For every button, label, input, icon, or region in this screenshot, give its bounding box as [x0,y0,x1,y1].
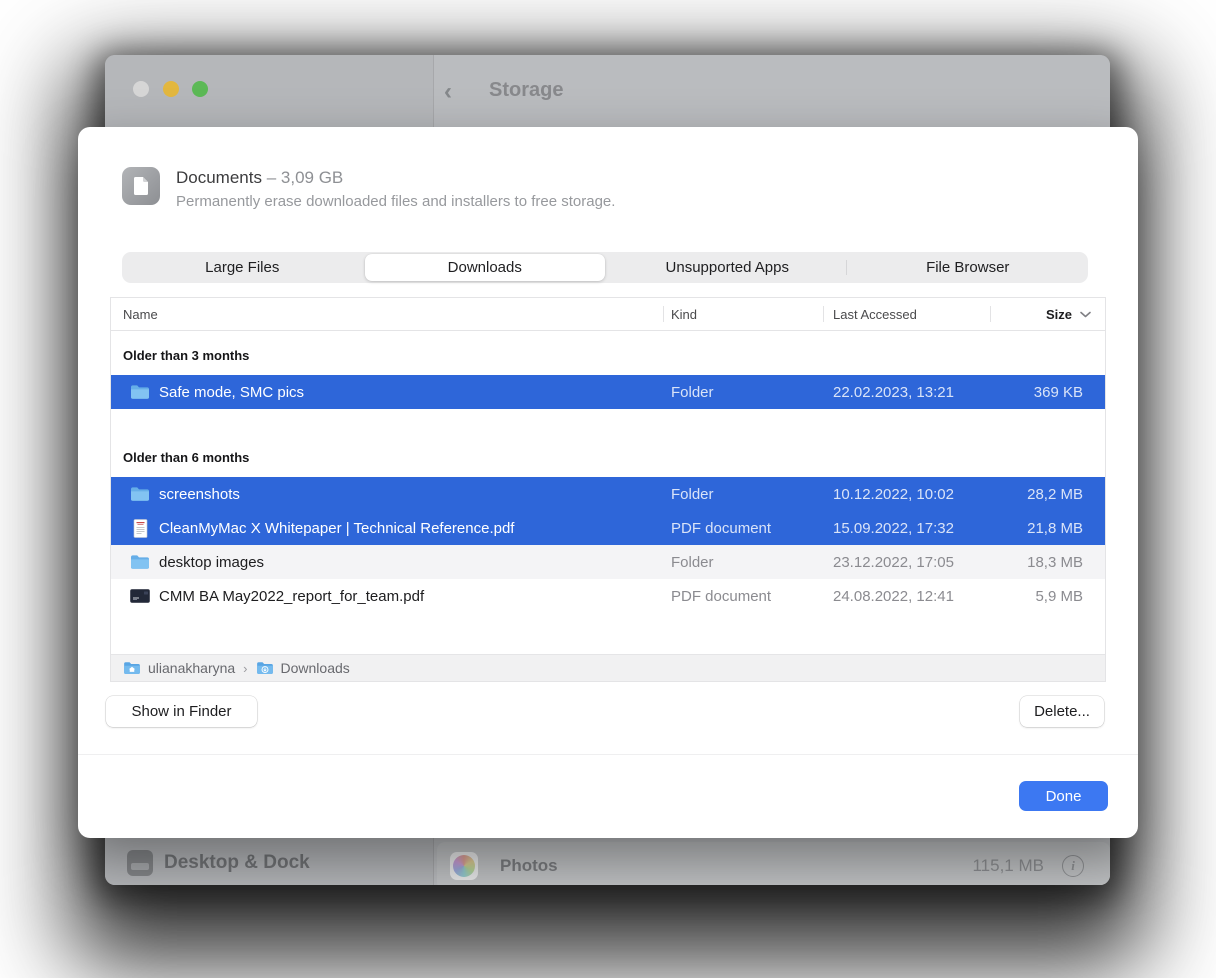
column-header-last-accessed[interactable]: Last Accessed [823,307,990,322]
column-divider [823,306,824,322]
table-row[interactable]: CleanMyMac X Whitepaper | Technical Refe… [111,511,1105,545]
dialog-title-size: – 3,09 GB [267,168,344,187]
folder-icon [130,554,150,570]
photos-label: Photos [500,856,558,876]
breadcrumb-item-downloads[interactable]: Downloads [256,660,350,676]
file-last-accessed: 10.12.2022, 10:02 [823,486,990,503]
footer-divider [78,754,1138,755]
file-last-accessed: 15.09.2022, 17:32 [823,520,990,537]
breadcrumb-label: ulianakharyna [148,660,235,676]
window-title: Storage [489,79,563,102]
photos-app-icon [450,852,478,880]
column-header-name[interactable]: Name [111,307,663,322]
tab-unsupported-apps[interactable]: Unsupported Apps [607,252,848,283]
photos-storage-row[interactable]: Photos 115,1 MB i [437,842,1110,885]
tab-file-browser[interactable]: File Browser [848,252,1089,283]
file-last-accessed: 22.02.2023, 13:21 [823,384,990,401]
home-folder-icon [123,661,141,675]
file-kind: PDF document [663,588,823,605]
breadcrumb-item-home[interactable]: ulianakharyna [123,660,235,676]
table-row[interactable]: CMM BA May2022_report_for_team.pdf PDF d… [111,579,1105,613]
file-kind: Folder [663,554,823,571]
column-header-size-label: Size [1046,307,1072,322]
desktop-dock-icon [127,850,153,876]
documents-icon [122,167,160,205]
file-name: CMM BA May2022_report_for_team.pdf [159,588,424,605]
column-divider [663,306,664,322]
file-kind: PDF document [663,520,823,537]
sidebar-item-label: Desktop & Dock [164,852,310,874]
pdf-document-icon [130,519,150,538]
photos-size: 115,1 MB [972,856,1044,876]
file-name: desktop images [159,554,264,571]
chevron-right-icon: › [243,661,247,676]
close-button[interactable] [133,81,149,97]
breadcrumb: ulianakharyna › Downloads [111,654,1105,681]
tab-bar: Large Files Downloads Unsupported Apps F… [122,252,1088,283]
sidebar-item-desktop-dock[interactable]: Desktop & Dock [127,850,310,876]
dialog-title: Documents [176,168,262,187]
file-name: Safe mode, SMC pics [159,384,304,401]
column-header-size[interactable]: Size [990,307,1105,322]
file-table: Name Kind Last Accessed Size Older than … [110,297,1106,682]
show-in-finder-button[interactable]: Show in Finder [106,696,257,727]
table-header: Name Kind Last Accessed Size [111,298,1105,331]
folder-icon [130,384,150,400]
table-row[interactable]: screenshots Folder 10.12.2022, 10:02 28,… [111,477,1105,511]
column-divider [990,306,991,322]
file-last-accessed: 23.12.2022, 17:05 [823,554,990,571]
breadcrumb-label: Downloads [281,660,350,676]
tab-downloads[interactable]: Downloads [365,254,606,281]
pdf-dark-thumbnail-icon [130,589,150,603]
file-size: 5,9 MB [990,588,1105,605]
sort-chevron-down-icon [1080,311,1091,318]
table-row[interactable]: desktop images Folder 23.12.2022, 17:05 … [111,545,1105,579]
tab-large-files[interactable]: Large Files [122,252,363,283]
downloads-folder-icon [256,661,274,675]
table-row[interactable]: Safe mode, SMC pics Folder 22.02.2023, 1… [111,375,1105,409]
section-label: Older than 6 months [111,409,1105,477]
back-chevron-icon[interactable]: ‹ [437,79,459,105]
documents-dialog: Documents – 3,09 GB Permanently erase do… [78,127,1138,838]
info-icon[interactable]: i [1062,855,1084,877]
file-size: 18,3 MB [990,554,1105,571]
minimize-button[interactable] [163,81,179,97]
dialog-header: Documents – 3,09 GB Permanently erase do… [122,167,615,211]
delete-button[interactable]: Delete... [1020,696,1104,727]
dialog-subtitle: Permanently erase downloaded files and i… [176,193,615,211]
section-label: Older than 3 months [111,331,1105,375]
file-name: CleanMyMac X Whitepaper | Technical Refe… [159,520,514,537]
done-button[interactable]: Done [1019,781,1108,811]
folder-icon [130,486,150,502]
file-size: 28,2 MB [990,486,1105,503]
zoom-button[interactable] [192,81,208,97]
file-kind: Folder [663,384,823,401]
file-size: 21,8 MB [990,520,1105,537]
file-last-accessed: 24.08.2022, 12:41 [823,588,990,605]
file-size: 369 KB [990,384,1105,401]
file-name: screenshots [159,486,240,503]
column-header-kind[interactable]: Kind [663,307,823,322]
file-kind: Folder [663,486,823,503]
